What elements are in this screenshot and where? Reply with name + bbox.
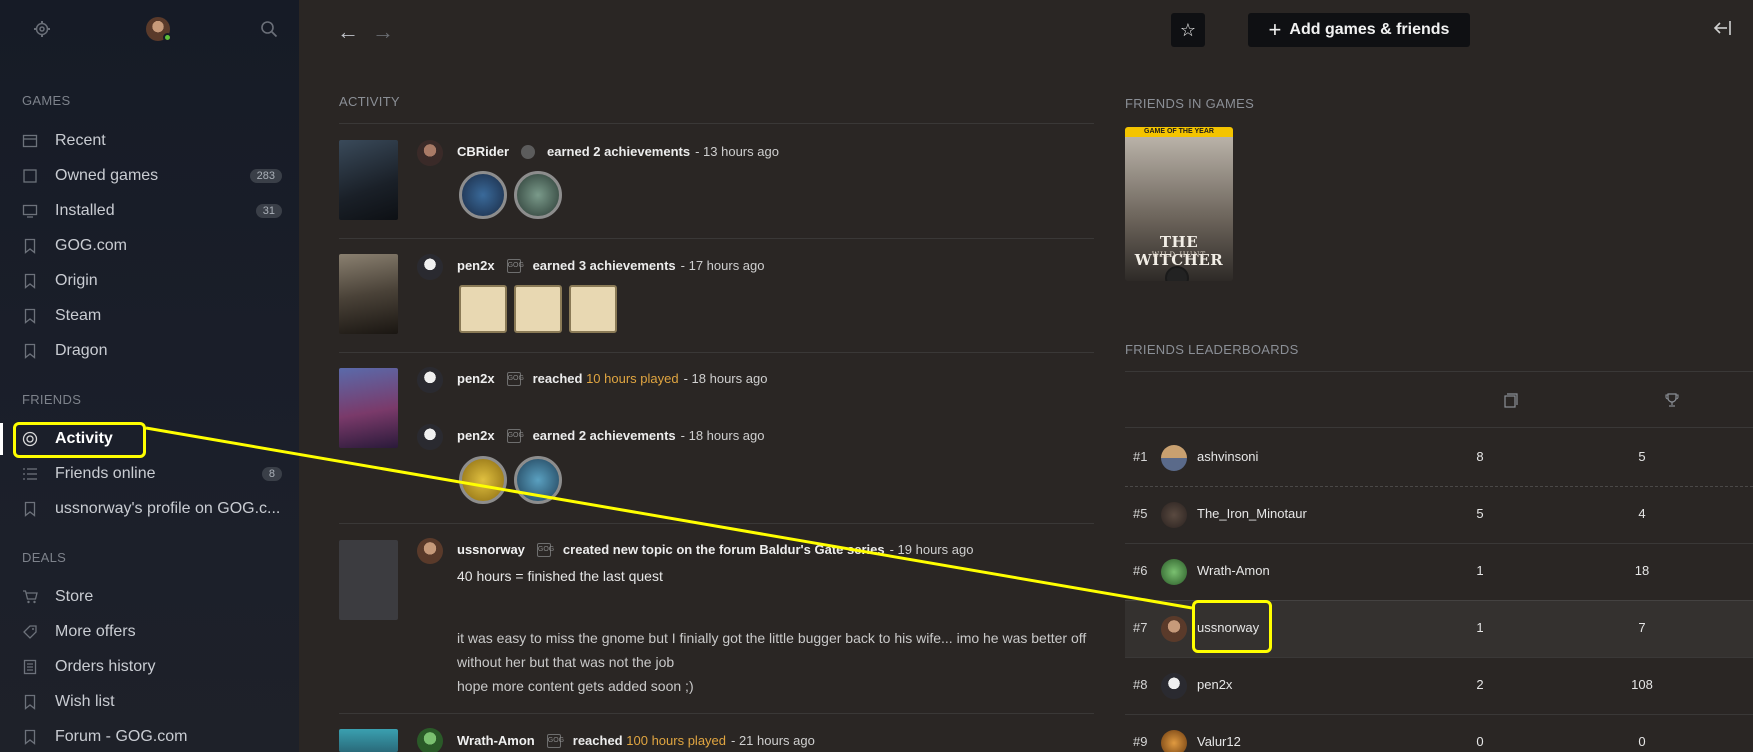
annotation-connector-line <box>145 426 1193 610</box>
